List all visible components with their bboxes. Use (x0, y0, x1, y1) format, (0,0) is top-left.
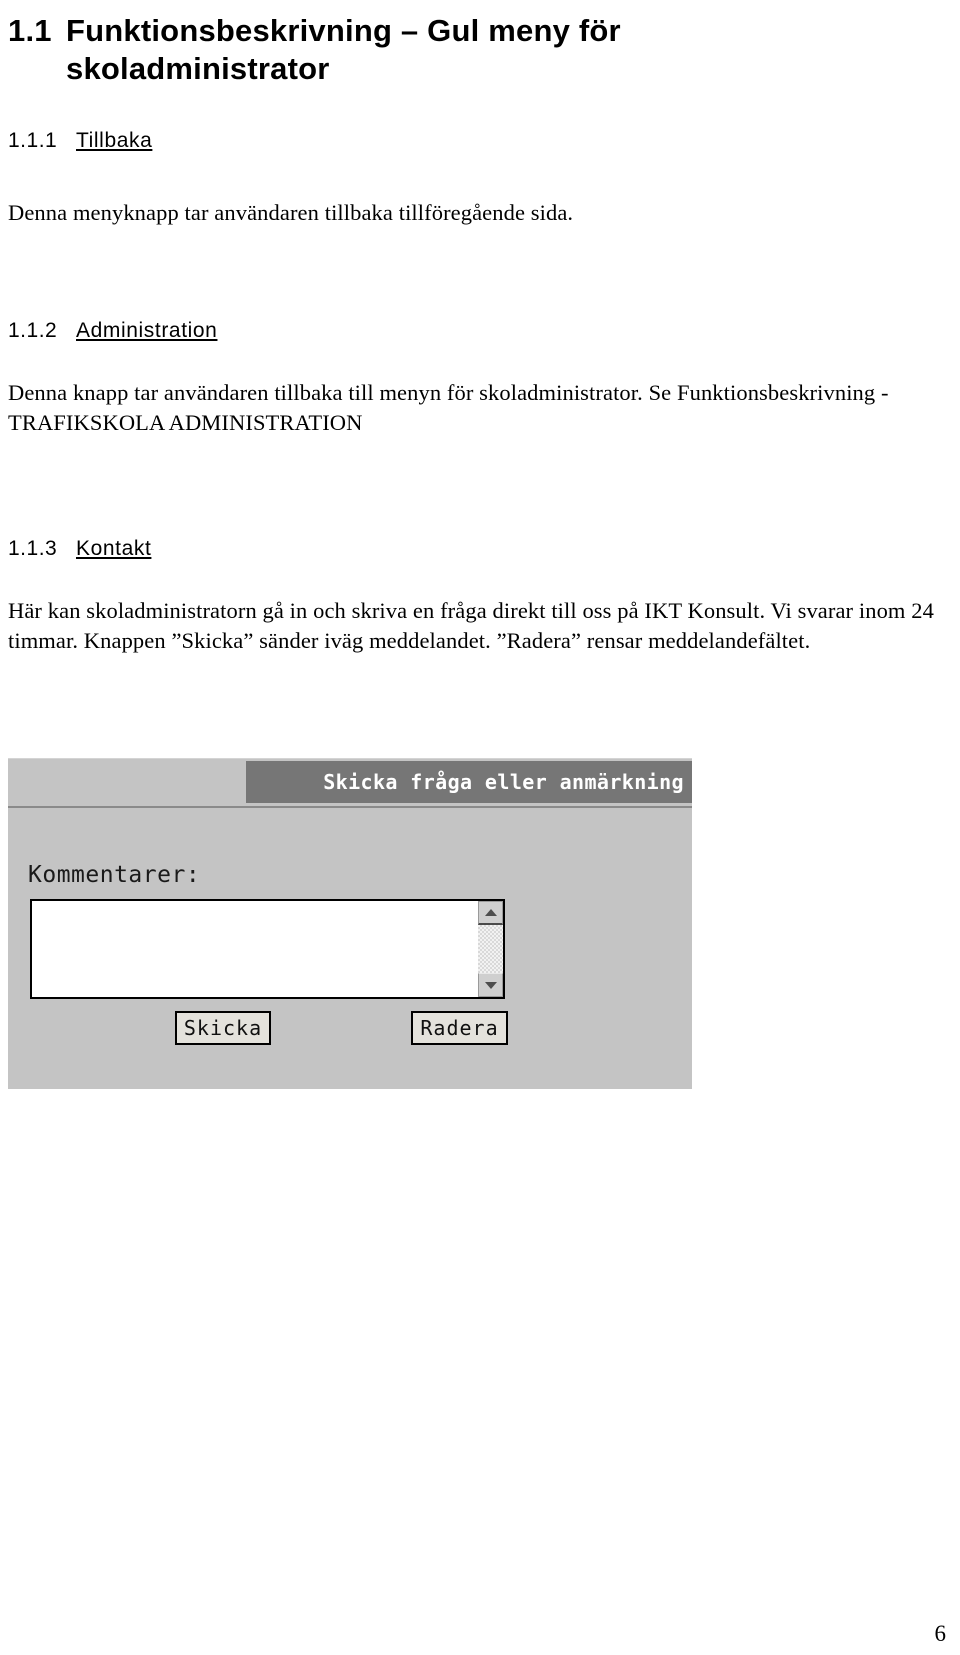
heading-section-1-1-2: 1.1.2 Administration (8, 318, 217, 344)
triangle-down-icon (484, 981, 497, 989)
document-page: 1.1 Funktionsbeskrivning – Gul meny för s… (0, 0, 960, 1655)
scrollbar-down-button[interactable] (478, 973, 503, 997)
app-button-row: Skicka Radera (8, 1011, 692, 1051)
paragraph-1-1-3: Här kan skoladministratorn gå in och skr… (8, 598, 934, 653)
app-title-text: Skicka fråga eller anmärkning (323, 770, 684, 794)
page-number: 6 (934, 1621, 947, 1646)
radera-button[interactable]: Radera (411, 1011, 508, 1045)
embedded-app-screenshot: Skicka fråga eller anmärkning Kommentare… (8, 758, 692, 1089)
skicka-button[interactable]: Skicka (175, 1011, 271, 1045)
app-titlebar: Skicka fråga eller anmärkning (8, 759, 692, 808)
heading-1-1-3-number: 1.1.3 (8, 537, 58, 560)
heading-1-1-1-number: 1.1.1 (8, 129, 58, 152)
scrollbar-up-button[interactable] (478, 901, 503, 925)
triangle-up-icon (484, 909, 497, 916)
comment-textarea-wrapper[interactable] (30, 899, 505, 999)
heading-1-1-2-number: 1.1.2 (8, 319, 58, 342)
app-title-band: Skicka fråga eller anmärkning (246, 761, 692, 803)
heading-1-1-3-title: Kontakt (76, 537, 152, 560)
heading-1-1-2-title: Administration (76, 319, 218, 342)
heading-1-1-1-title: Tillbaka (76, 129, 153, 152)
page-title: 1.1 Funktionsbeskrivning – Gul meny för s… (8, 4, 948, 88)
paragraph-1-1-1: Denna menyknapp tar användaren tillbaka … (8, 200, 574, 225)
heading-main-number: 1.1 (8, 13, 52, 48)
scrollbar-track[interactable] (478, 925, 503, 973)
heading-main-line2: skoladministrator (66, 51, 330, 86)
app-form-area: Kommentarer: Skicka Radera (8, 808, 692, 1089)
heading-section-1-1-3: 1.1.3 Kontakt (8, 536, 151, 562)
comment-field-label: Kommentarer: (28, 862, 201, 888)
comment-textarea[interactable] (32, 901, 477, 997)
heading-main-line1: Funktionsbeskrivning – Gul meny för (66, 13, 621, 48)
comment-textarea-scrollbar[interactable] (477, 901, 503, 997)
heading-section-1-1-1: 1.1.1 Tillbaka (8, 128, 152, 154)
paragraph-1-1-2: Denna knapp tar användaren tillbaka till… (8, 380, 889, 435)
